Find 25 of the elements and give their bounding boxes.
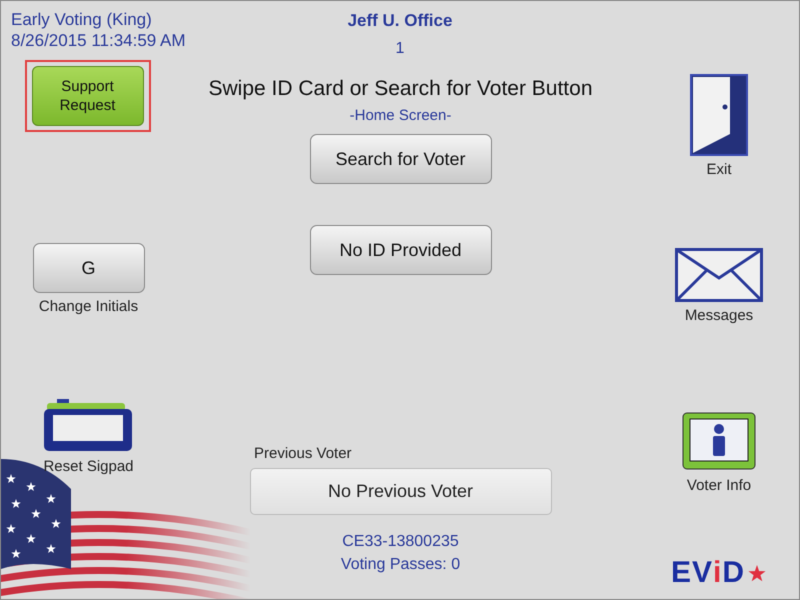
change-initials-label: Change Initials	[38, 298, 138, 315]
action-button[interactable]: No ID Provided	[310, 225, 492, 275]
office-name: Jeff U. Office	[348, 11, 452, 31]
screen-subtitle: -Home Screen-	[350, 107, 452, 124]
station-number: 1	[396, 40, 404, 58]
info-tablet-icon[interactable]	[682, 412, 756, 472]
signature-pad-icon[interactable]	[42, 397, 134, 453]
star-icon	[747, 563, 768, 583]
date-time: 8/26/2015 11:34:59 AM	[11, 30, 187, 51]
prompt-title: Swipe ID Card or Search for Voter Button	[208, 77, 593, 101]
support-request-button[interactable]: Support Request	[32, 66, 144, 126]
previous-voter-label: Previous Voter	[254, 445, 352, 462]
initials-button[interactable]: G	[32, 243, 144, 293]
icon-label: Voter Info	[686, 477, 752, 494]
election-mode: Early Voting (King)	[11, 9, 153, 30]
previous-voter-field: No Previous Voter	[250, 468, 552, 515]
icon-label: Messages	[684, 307, 754, 324]
envelope-icon[interactable]	[675, 248, 763, 302]
evid-logo: EViD	[670, 556, 768, 590]
voting-passes: Voting Passes: 0	[340, 556, 460, 574]
icon-label: Exit	[706, 161, 732, 178]
door-icon[interactable]	[690, 74, 748, 156]
device-id: CE33-13800235	[342, 533, 459, 551]
reset-sigpad-label: Reset Sigpad	[43, 458, 134, 475]
action-button[interactable]: Search for Voter	[310, 134, 492, 184]
